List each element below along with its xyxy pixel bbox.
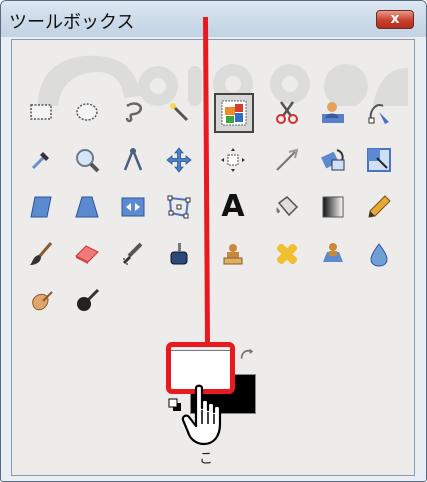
zoom-icon bbox=[76, 149, 100, 173]
fuzzy-select-tool[interactable] bbox=[162, 95, 196, 129]
close-icon: x bbox=[390, 11, 400, 27]
blur-sharpen-icon bbox=[370, 243, 388, 267]
swap-colors-icon[interactable] bbox=[238, 346, 256, 364]
flip-icon bbox=[121, 197, 145, 217]
cage-transform-icon bbox=[167, 195, 191, 219]
zoom-tool[interactable] bbox=[70, 143, 104, 177]
measure-tool[interactable] bbox=[116, 143, 150, 177]
pencil-tool[interactable] bbox=[362, 190, 396, 224]
pencil-icon bbox=[368, 195, 391, 218]
eraser-tool[interactable] bbox=[70, 237, 104, 271]
heal-tool[interactable] bbox=[270, 237, 304, 271]
airbrush-icon bbox=[123, 242, 143, 265]
foreground-select-tool[interactable] bbox=[316, 95, 350, 129]
color-picker-icon bbox=[31, 152, 49, 170]
perspective-tool[interactable] bbox=[70, 190, 104, 224]
bucket-fill-tool[interactable] bbox=[270, 190, 304, 224]
blend-tool[interactable] bbox=[316, 190, 350, 224]
rotate-icon bbox=[321, 149, 345, 171]
text-tool[interactable]: A bbox=[216, 190, 250, 224]
clone-icon bbox=[223, 244, 243, 265]
rotate-tool[interactable] bbox=[316, 143, 350, 177]
smudge-icon bbox=[32, 291, 53, 311]
title-bar[interactable]: ツールボックス x bbox=[1, 1, 426, 37]
scale-tool[interactable] bbox=[362, 143, 396, 177]
hand-pointer-cursor-icon bbox=[181, 384, 222, 446]
ellipse-select-icon bbox=[76, 103, 98, 121]
close-button[interactable]: x bbox=[376, 10, 414, 29]
ink-tool[interactable] bbox=[162, 237, 196, 271]
perspective-icon bbox=[75, 196, 99, 218]
shear-icon bbox=[30, 196, 52, 218]
paths-icon bbox=[368, 104, 389, 124]
fuzzy-select-icon bbox=[170, 103, 189, 122]
shear-tool[interactable] bbox=[24, 190, 58, 224]
select-by-color-icon bbox=[221, 100, 247, 126]
paths-tool[interactable] bbox=[362, 95, 396, 129]
eraser-icon bbox=[75, 245, 99, 264]
window-title: ツールボックス bbox=[9, 12, 135, 33]
measure-icon bbox=[123, 148, 143, 171]
blend-icon bbox=[322, 196, 344, 218]
rect-select-tool[interactable] bbox=[24, 95, 58, 129]
perspective-clone-tool[interactable] bbox=[316, 237, 350, 271]
ellipse-select-tool[interactable] bbox=[70, 95, 104, 129]
paintbrush-icon bbox=[30, 242, 53, 265]
free-select-icon bbox=[125, 102, 143, 123]
cage-transform-tool[interactable] bbox=[162, 190, 196, 224]
clone-tool[interactable] bbox=[216, 237, 250, 271]
heal-icon bbox=[276, 243, 298, 265]
bucket-fill-icon bbox=[276, 196, 299, 217]
airbrush-tool[interactable] bbox=[116, 237, 150, 271]
align-icon bbox=[221, 148, 245, 172]
blur-sharpen-tool[interactable] bbox=[362, 237, 396, 271]
dodge-burn-icon bbox=[77, 288, 100, 311]
move-tool[interactable] bbox=[162, 143, 196, 177]
scale-icon bbox=[367, 148, 391, 172]
dodge-burn-tool[interactable] bbox=[70, 284, 104, 318]
rect-select-icon bbox=[30, 104, 52, 120]
free-select-tool[interactable] bbox=[116, 95, 150, 129]
perspective-clone-icon bbox=[323, 243, 343, 262]
scissors-select-tool[interactable] bbox=[270, 95, 304, 129]
smudge-tool[interactable] bbox=[24, 284, 58, 318]
flip-tool[interactable] bbox=[116, 190, 150, 224]
select-by-color-tool[interactable] bbox=[214, 93, 254, 133]
foreground-select-icon bbox=[322, 102, 344, 123]
text-icon: A bbox=[221, 189, 245, 224]
align-tool[interactable] bbox=[216, 143, 250, 177]
crop-tool[interactable] bbox=[270, 143, 304, 177]
ink-icon bbox=[170, 243, 188, 265]
color-picker-tool[interactable] bbox=[24, 143, 58, 177]
paintbrush-tool[interactable] bbox=[24, 237, 58, 271]
caption-text: こ bbox=[199, 451, 213, 467]
crop-icon bbox=[276, 148, 299, 171]
move-icon bbox=[166, 147, 192, 173]
scissors-icon bbox=[276, 101, 298, 124]
